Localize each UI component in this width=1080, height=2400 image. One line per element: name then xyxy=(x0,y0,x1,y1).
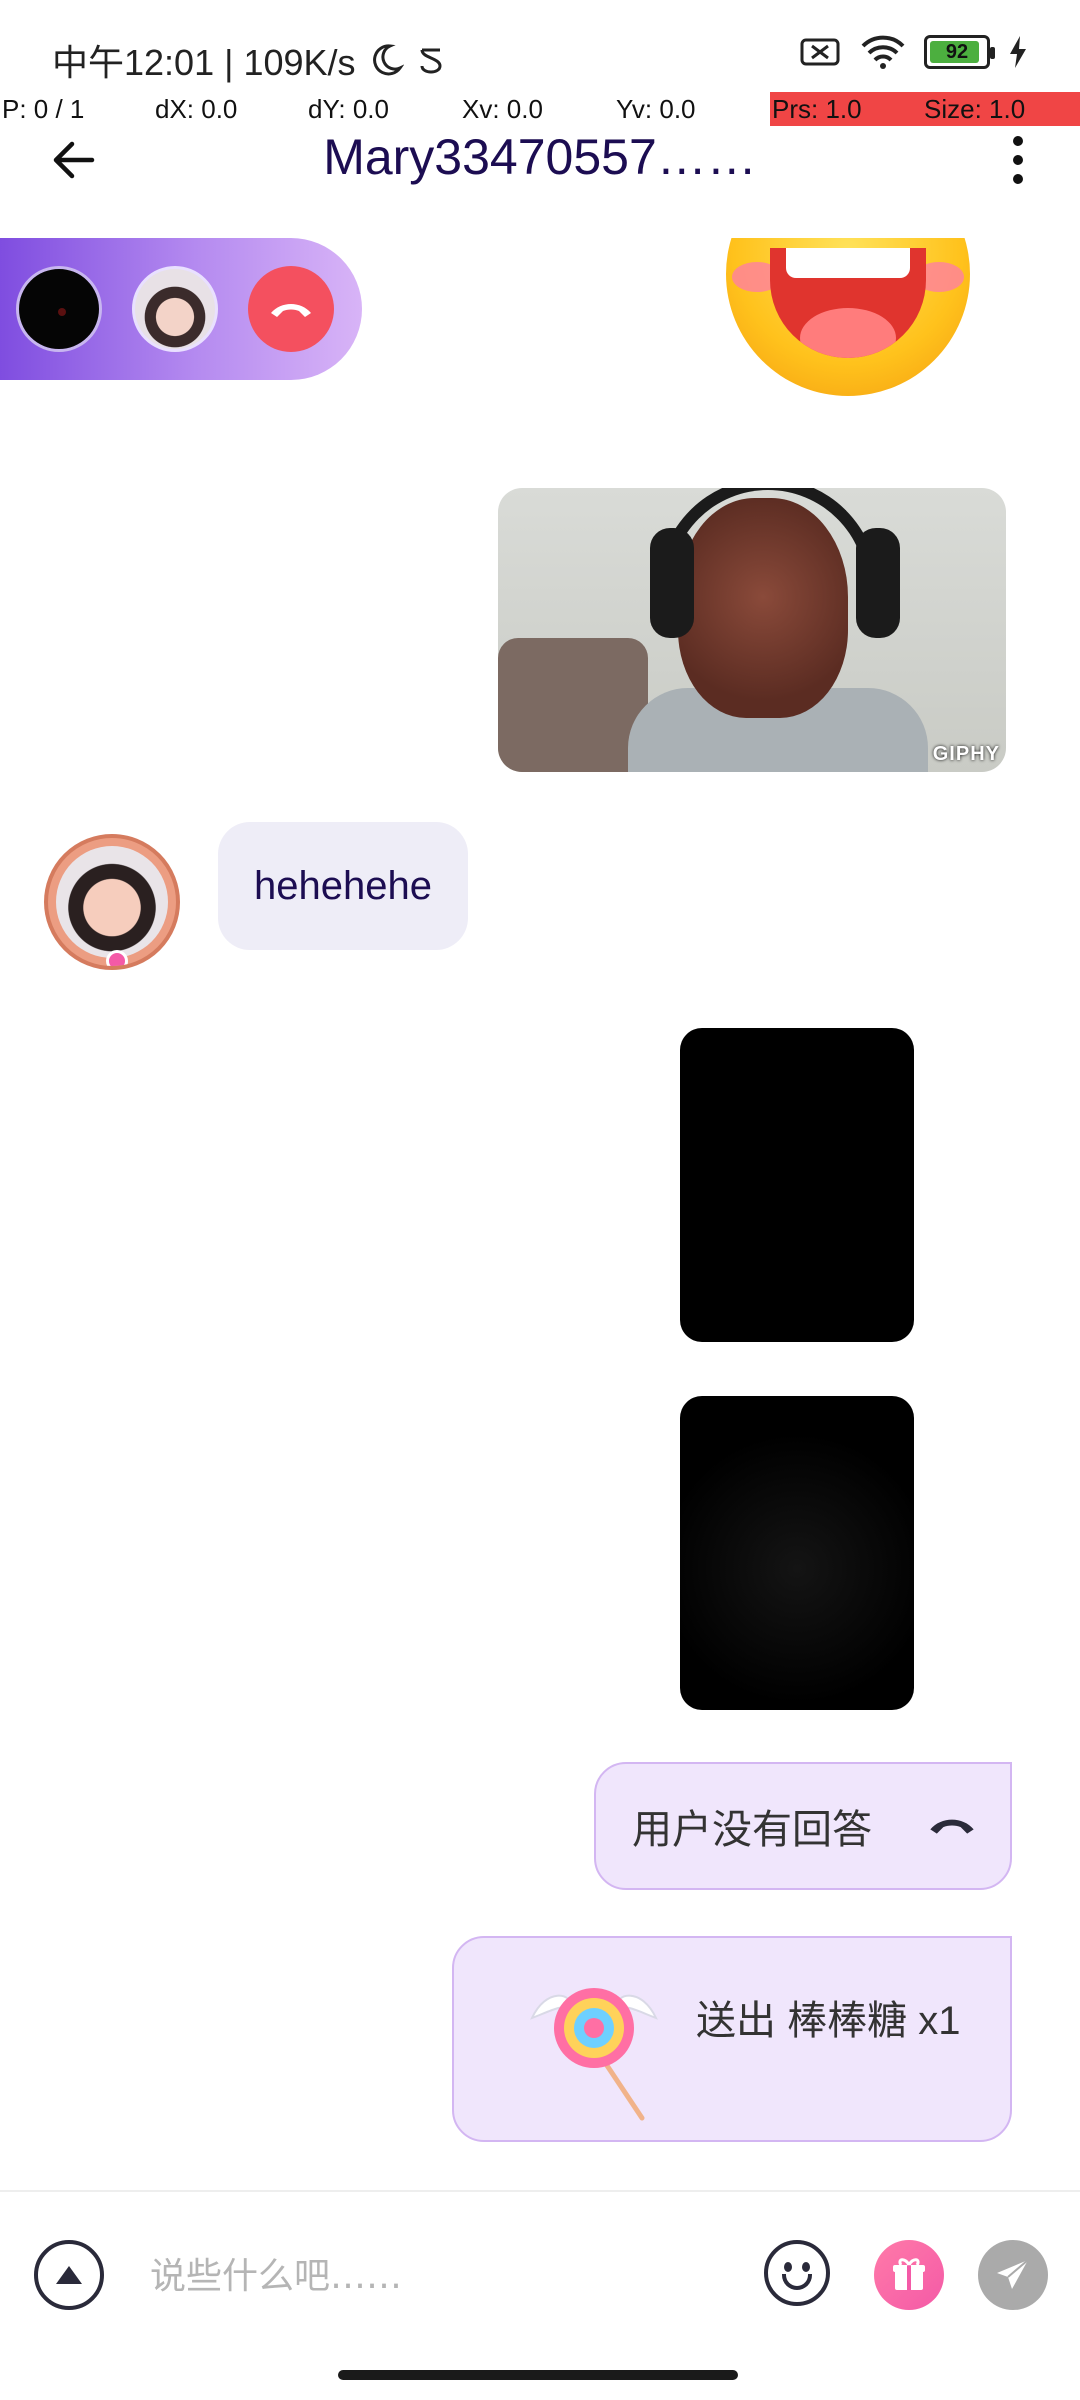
more-vertical-icon-dot xyxy=(1013,174,1023,184)
chevron-up-icon xyxy=(56,2266,82,2284)
chat-title: Mary33470557…… xyxy=(323,129,757,185)
gift-icon xyxy=(893,2258,925,2290)
status-time: 中午12:01 | 109K/s xyxy=(52,42,356,83)
video-message[interactable] xyxy=(680,1396,914,1710)
expand-toolbar-button[interactable] xyxy=(34,2240,104,2310)
smiley-icon-mouth xyxy=(782,2274,812,2290)
giphy-badge: GIPHY xyxy=(932,743,1000,765)
notification-icon xyxy=(420,48,442,74)
arrow-left-icon xyxy=(53,141,95,179)
charging-icon xyxy=(1010,36,1026,68)
back-button[interactable] xyxy=(44,130,104,190)
floating-call-widget[interactable] xyxy=(0,238,362,380)
local-video-preview[interactable] xyxy=(16,266,102,352)
avatar-photo xyxy=(56,846,168,958)
video-message[interactable] xyxy=(680,1028,914,1342)
gift-button[interactable] xyxy=(874,2240,944,2310)
message-input[interactable] xyxy=(150,2236,740,2316)
message-input-bar xyxy=(0,2192,1080,2362)
contact-avatar[interactable] xyxy=(44,834,180,970)
emoji-teeth xyxy=(786,248,910,278)
gift-text: 送出 棒棒糖 x1 xyxy=(696,1999,961,2043)
send-button[interactable] xyxy=(978,2240,1048,2310)
wifi-icon xyxy=(861,35,905,69)
incoming-message-bubble[interactable]: hehehehe xyxy=(218,822,468,950)
more-vertical-icon-dot xyxy=(1013,136,1023,146)
remote-user-avatar[interactable] xyxy=(132,266,218,352)
laughing-emoji-sticker[interactable] xyxy=(726,238,970,398)
avatar-badge xyxy=(106,950,128,966)
chat-header: Mary33470557…… xyxy=(0,120,1080,200)
lollipop-gift-icon xyxy=(530,1988,658,2121)
status-bar: 中午12:01 | 109K/s 92 xyxy=(0,0,1080,100)
gift-message-bubble[interactable]: 送出 棒棒糖 x1 xyxy=(452,1936,1012,2142)
battery-cap xyxy=(990,47,995,59)
battery-level: 92 xyxy=(945,40,969,63)
gif-headphone xyxy=(856,528,900,638)
more-vertical-icon-dot xyxy=(1013,155,1023,165)
gif-person xyxy=(628,488,928,772)
no-sim-icon xyxy=(800,38,840,66)
gif-couch xyxy=(498,638,648,772)
emoji-button[interactable] xyxy=(764,2240,830,2306)
gif-headphone xyxy=(650,528,694,638)
phone-hangup-icon xyxy=(271,304,311,317)
status-right: 92 xyxy=(798,34,1028,70)
battery-icon: 92 xyxy=(924,35,995,69)
smiley-icon-eye xyxy=(802,2262,810,2272)
gif-message[interactable]: GIPHY xyxy=(498,488,1006,772)
phone-hangup-icon xyxy=(930,1819,974,1834)
home-indicator[interactable] xyxy=(338,2370,738,2380)
moon-icon xyxy=(372,44,404,76)
call-status-text: 用户没有回答 xyxy=(632,1808,872,1852)
status-left: 中午12:01 | 109K/s xyxy=(52,34,446,86)
emoji-tongue xyxy=(800,308,896,358)
more-options-button[interactable] xyxy=(1000,130,1036,190)
hangup-button[interactable] xyxy=(248,266,334,352)
send-plane-icon xyxy=(997,2259,1029,2289)
smiley-icon-eye xyxy=(784,2262,792,2272)
call-status-bubble[interactable]: 用户没有回答 xyxy=(594,1762,1012,1890)
